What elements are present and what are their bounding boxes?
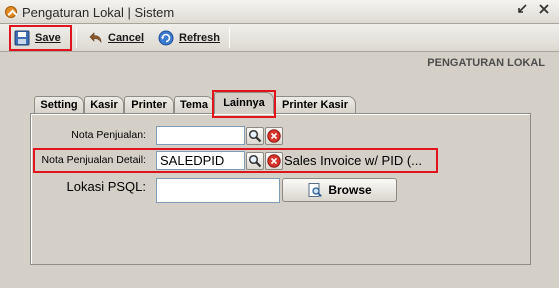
browse-label: Browse [328,183,372,197]
close-icon[interactable] [536,3,552,19]
lokasi-psql-input[interactable] [156,178,280,203]
tab-printer[interactable]: Printer [124,96,174,114]
cancel-button[interactable]: Cancel [87,27,144,49]
clear-icon [267,154,281,168]
tab-lainnya[interactable]: Lainnya [214,92,274,114]
toolbar: Save Cancel Refresh [0,24,559,52]
title-bar: Pengaturan Lokal | Sistem [0,0,559,24]
save-icon [14,30,30,46]
nota-penjualan-input[interactable] [156,126,245,145]
clear-button[interactable] [265,127,283,145]
search-icon [248,129,262,143]
undo-icon [89,32,102,44]
refresh-icon [158,30,174,46]
lokasi-psql-label: Lokasi PSQL: [66,179,147,194]
app-icon [5,6,17,18]
cancel-label: Cancel [108,32,145,44]
save-label: Save [35,32,61,44]
search-button[interactable] [246,152,264,170]
tab-setting[interactable]: Setting [34,96,84,114]
nota-penjualan-label: Nota Penjualan: [71,129,146,141]
clear-button[interactable] [265,152,283,170]
nota-penjualan-detail-label: Nota Penjualan Detail: [41,154,146,166]
tab-kasir[interactable]: Kasir [84,96,124,114]
browse-button[interactable]: Browse [282,178,397,202]
search-button[interactable] [246,127,264,145]
tab-printer-kasir[interactable]: Printer Kasir [274,96,356,114]
search-icon [248,154,262,168]
nota-penjualan-detail-description: Sales Invoice w/ PID (... [284,153,422,168]
restore-icon[interactable] [514,3,530,19]
browse-icon [308,183,323,197]
refresh-label: Refresh [179,32,220,44]
tab-tema[interactable]: Tema [174,96,214,114]
window-title: Pengaturan Lokal | Sistem [22,5,175,20]
toolbar-separator [76,28,77,48]
section-title: PENGATURAN LOKAL [427,57,545,69]
clear-icon [267,129,281,143]
nota-penjualan-detail-input[interactable]: SALEDPID [156,151,245,170]
toolbar-separator [229,28,230,48]
save-button[interactable]: Save [14,27,61,49]
refresh-button[interactable]: Refresh [158,27,220,49]
